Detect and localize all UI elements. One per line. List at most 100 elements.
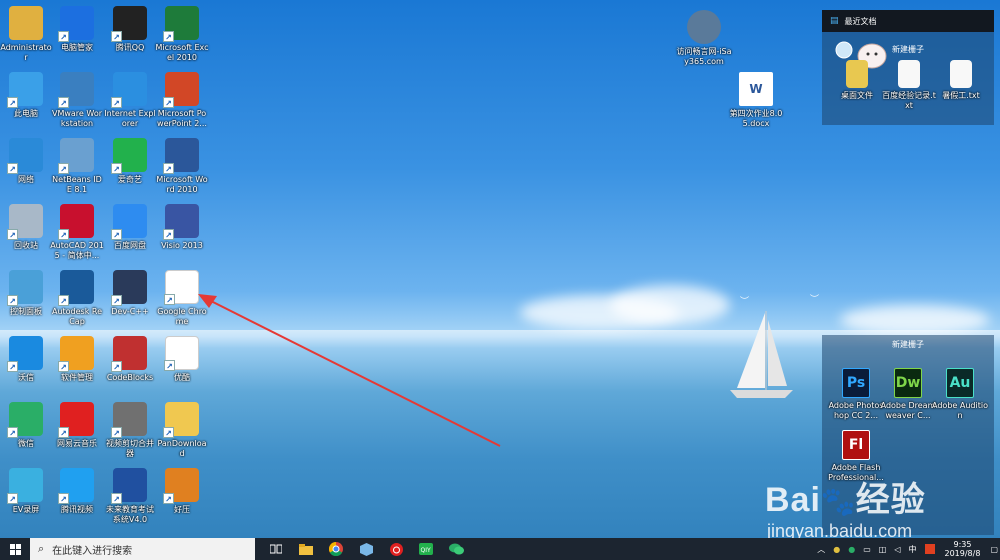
recent-item-label: 暑假工.txt — [942, 91, 980, 100]
desktop-icon-label: Internet Explorer — [104, 109, 156, 128]
desktop-icon[interactable]: ↗ EV录屏 — [0, 468, 53, 515]
search-icon: ⌕ — [38, 542, 45, 555]
file-explorer-icon[interactable] — [291, 538, 321, 560]
shortcut-arrow-icon: ↗ — [58, 97, 69, 108]
bird-icon: ︶ — [810, 295, 820, 305]
desktop-icon[interactable]: ↗ 软件管理 — [50, 336, 104, 383]
chevron-up-icon[interactable]: ︿ — [817, 544, 825, 555]
clock-time: 9:35 — [953, 540, 972, 549]
shortcut-arrow-icon: ↗ — [7, 427, 18, 438]
sogou-ime-icon[interactable] — [924, 544, 935, 554]
desktop-icon[interactable]: W 第四次作业8.05.docx — [728, 72, 784, 129]
desktop-icon[interactable]: ↗ 腾讯视频 — [50, 468, 104, 515]
chrome-icon: ↗ — [164, 270, 199, 305]
start-button[interactable] — [0, 538, 30, 560]
desktop-icon[interactable]: ↗ 未来教育考试系统V4.0 — [103, 468, 157, 525]
sailboat-image — [730, 311, 793, 398]
fence-item-label: Adobe Dreamweaver C... — [880, 401, 936, 420]
shortcut-arrow-icon: ↗ — [164, 294, 175, 305]
qq-penguin-icon: ↗ — [111, 6, 147, 42]
desktop-icon[interactable]: ↗ Microsoft Word 2010 — [155, 138, 209, 195]
desktop-icon-label: CodeBlocks — [106, 373, 154, 382]
desktop-icon-label: 优酷 — [174, 373, 190, 382]
word-icon: ↗ — [163, 138, 199, 174]
adobe-abbr: Au — [949, 375, 971, 391]
volume-icon[interactable]: ◁ — [894, 545, 900, 554]
fence-item[interactable]: Ps Adobe Photoshop CC 2... — [828, 368, 884, 421]
watermark-brand-suffix: 经验 — [855, 481, 926, 519]
desktop-icon[interactable]: ↗ Dev-C++ — [103, 270, 157, 317]
shortcut-arrow-icon: ↗ — [7, 493, 18, 504]
box-icon[interactable] — [351, 538, 381, 560]
desktop-icon[interactable]: ↗ 爱奇艺 — [103, 138, 157, 185]
svg-text:QIY: QIY — [421, 547, 431, 554]
shortcut-arrow-icon: ↗ — [58, 427, 69, 438]
taskbar-search-box[interactable]: ⌕ 在此键入进行搜索 — [30, 538, 255, 560]
desktop-icon[interactable]: ↗ Microsoft PowerPoint 2... — [155, 72, 209, 129]
notification-icon[interactable]: ▢ — [990, 545, 998, 554]
desktop-icon[interactable]: ↗ 网络 — [0, 138, 53, 185]
network-icon: ↗ — [7, 138, 43, 174]
youku-icon: ↗ — [164, 336, 199, 371]
desktop-icon[interactable]: ↗ 好压 — [155, 468, 209, 515]
desktop-icon[interactable]: ↗ NetBeans IDE 8.1 — [50, 138, 104, 195]
desktop-icon[interactable]: ↗ 回收站 — [0, 204, 53, 251]
netbeans-icon: ↗ — [58, 138, 94, 174]
pandownload-folder-icon: ↗ — [163, 402, 199, 438]
recent-item[interactable]: 暑假工.txt — [934, 60, 988, 101]
desktop-icon[interactable]: ↗ Microsoft Excel 2010 — [155, 6, 209, 63]
desktop-icon-label: 第四次作业8.05.docx — [729, 109, 783, 128]
network-icon[interactable]: ▭ — [863, 545, 871, 554]
shortcut-arrow-icon: ↗ — [7, 361, 18, 372]
clock[interactable]: 9:35 2019/8/8 — [945, 540, 981, 558]
desktop-icon[interactable]: ↗ Internet Explorer — [103, 72, 157, 129]
desktop-icon[interactable]: ↗ AutoCAD 2015 - 简体中... — [50, 204, 104, 261]
isay-globe-icon — [687, 10, 721, 44]
shortcut-arrow-icon: ↗ — [7, 229, 18, 240]
chrome-icon[interactable] — [321, 538, 351, 560]
vmware-icon: ↗ — [58, 72, 94, 108]
desktop-icon-label: Visio 2013 — [161, 241, 203, 250]
shortcut-arrow-icon: ↗ — [58, 163, 69, 174]
shortcut-arrow-icon: ↗ — [163, 229, 174, 240]
desktop-icon[interactable]: ↗ Visio 2013 — [155, 204, 209, 251]
desktop-icon[interactable]: ↗ 微信 — [0, 402, 53, 449]
desktop-icon[interactable]: ↗ 沃信 — [0, 336, 53, 383]
desktop-icon[interactable]: ↗ 视频剪切合并器 — [103, 402, 157, 459]
recent-documents-panel[interactable]: ▤ 最近文档 新建栅子 桌面文件 百度经验记录.txt 暑假工.txt — [822, 10, 994, 125]
desktop-icon-label: Microsoft Excel 2010 — [155, 43, 209, 62]
desktop-icon[interactable]: ↗ 控制面板 — [0, 270, 53, 317]
fence-item[interactable]: Au Adobe Audition — [932, 368, 988, 421]
tray-wechat-icon[interactable]: ● — [848, 545, 855, 554]
desktop-icon-label: Autodesk ReCap — [51, 307, 103, 326]
desktop-icon[interactable]: ↗ 此电脑 — [0, 72, 53, 119]
display-icon[interactable]: ◫ — [879, 545, 887, 554]
desktop-icon[interactable]: Administrator — [0, 6, 53, 63]
desktop-icon-label: 网易云音乐 — [57, 439, 97, 448]
input-method-indicator[interactable]: 中 — [909, 544, 917, 555]
desktop-icon[interactable]: ↗ 电脑管家 — [50, 6, 104, 53]
desktop-icon[interactable]: 访问畅言网-iSay365.com — [676, 10, 732, 67]
desktop-icon[interactable]: ↗ Autodesk ReCap — [50, 270, 104, 327]
tray-app-icon[interactable]: ● — [833, 545, 840, 554]
desktop-icon[interactable]: ↗ 网易云音乐 — [50, 402, 104, 449]
shortcut-arrow-icon: ↗ — [163, 31, 174, 42]
recent-item[interactable]: 桌面文件 — [830, 60, 884, 101]
desktop-icon[interactable]: ↗ 百度网盘 — [103, 204, 157, 251]
recent-item[interactable]: 百度经验记录.txt — [882, 60, 936, 111]
desktop-icon[interactable]: ↗ 腾讯QQ — [103, 6, 157, 53]
desktop-icon[interactable]: ↗ CodeBlocks — [103, 336, 157, 383]
desktop-icon-label: NetBeans IDE 8.1 — [52, 175, 102, 194]
wechat-icon[interactable] — [441, 538, 471, 560]
shortcut-arrow-icon: ↗ — [111, 295, 122, 306]
netease-music-icon[interactable] — [381, 538, 411, 560]
fence-item[interactable]: Dw Adobe Dreamweaver C... — [880, 368, 936, 421]
iqiyi-icon[interactable]: QIY — [411, 538, 441, 560]
desktop-icon-label: 未来教育考试系统V4.0 — [106, 505, 154, 524]
task-view-icon[interactable] — [261, 538, 291, 560]
adobe-abbr: Dw — [895, 375, 921, 391]
desktop-icon[interactable]: ↗ VMware Workstation — [50, 72, 104, 129]
powerpoint-icon: ↗ — [163, 72, 199, 108]
autocad-icon: ↗ — [58, 204, 94, 240]
desktop-icon-label: 控制面板 — [10, 307, 42, 316]
